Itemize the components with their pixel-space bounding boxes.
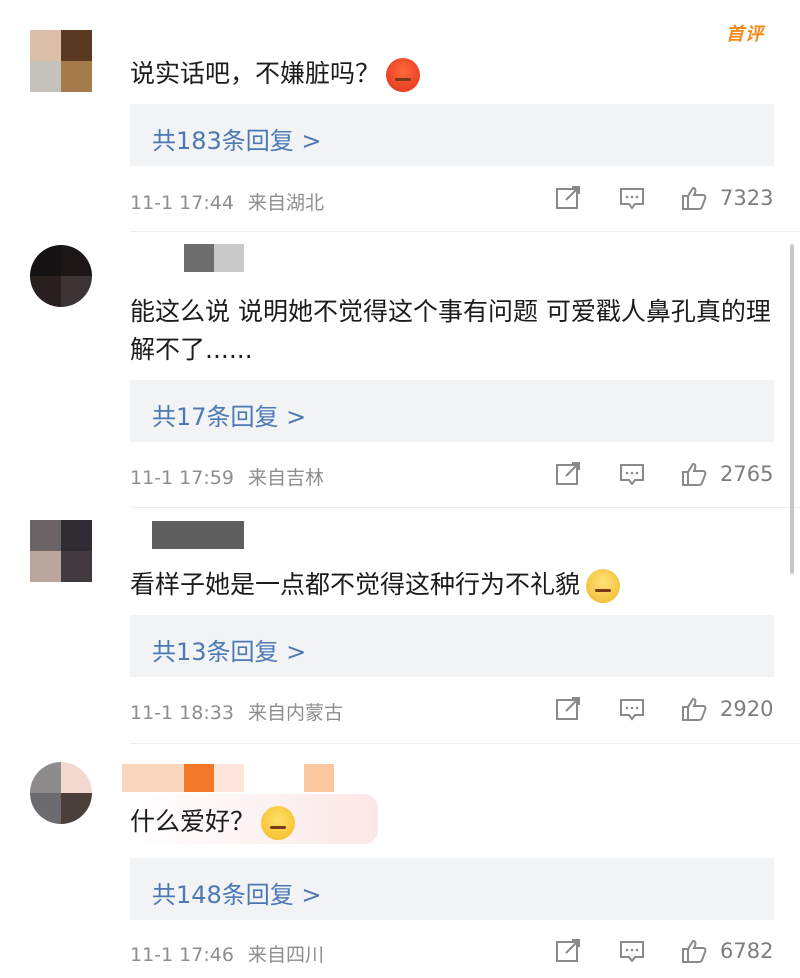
location: 来自湖北 bbox=[247, 192, 324, 214]
comment-icon[interactable] bbox=[619, 186, 645, 210]
comment-icon[interactable] bbox=[619, 462, 645, 486]
location: 来自内蒙古 bbox=[247, 702, 343, 724]
like-count: 6782 bbox=[720, 939, 774, 963]
scrollbar[interactable] bbox=[790, 244, 794, 574]
avatar[interactable] bbox=[30, 245, 92, 307]
comment-text: 什么爱好？ bbox=[130, 803, 775, 841]
share-icon[interactable] bbox=[555, 697, 581, 721]
like-count: 2920 bbox=[720, 697, 774, 721]
timestamp: 11-1 17:59 bbox=[130, 467, 234, 489]
comment-actions: 2765 bbox=[555, 460, 775, 492]
divider bbox=[130, 231, 800, 232]
like-icon[interactable] bbox=[681, 462, 707, 486]
sleepy-face-emoji-icon bbox=[586, 569, 621, 603]
comment-meta: 11-1 17:44 来自湖北 bbox=[130, 188, 324, 215]
comment-text: 说实话吧，不嫌脏吗？ bbox=[130, 55, 775, 93]
avatar[interactable] bbox=[30, 30, 92, 92]
divider bbox=[130, 743, 800, 744]
share-icon[interactable] bbox=[555, 462, 581, 486]
username-blurred[interactable] bbox=[122, 764, 334, 792]
comment-meta: 11-1 17:46 来自四川 bbox=[130, 940, 324, 967]
reply-count-button[interactable]: 共13条回复 > bbox=[130, 615, 774, 677]
comment-meta: 11-1 18:33 来自内蒙古 bbox=[130, 698, 343, 725]
like-count: 2765 bbox=[720, 462, 774, 486]
share-icon[interactable] bbox=[555, 186, 581, 210]
comment-actions: 7323 bbox=[555, 184, 775, 216]
username-blurred[interactable] bbox=[152, 521, 244, 549]
first-comment-badge: 首评 bbox=[726, 24, 764, 45]
comment-icon[interactable] bbox=[619, 939, 645, 963]
location: 来自吉林 bbox=[247, 467, 324, 489]
timestamp: 11-1 17:46 bbox=[130, 944, 234, 966]
timestamp: 11-1 18:33 bbox=[130, 702, 234, 724]
like-icon[interactable] bbox=[681, 697, 707, 721]
comment-meta: 11-1 17:59 来自吉林 bbox=[130, 463, 324, 490]
like-icon[interactable] bbox=[681, 939, 707, 963]
username-blurred[interactable] bbox=[184, 244, 244, 272]
avatar[interactable] bbox=[30, 762, 92, 824]
reply-count-button[interactable]: 共17条回复 > bbox=[130, 380, 774, 442]
divider bbox=[130, 507, 800, 508]
like-count: 7323 bbox=[720, 186, 774, 210]
comment-text: 能这么说 说明她不觉得这个事有问题 可爱戳人鼻孔真的理解不了...... bbox=[130, 297, 771, 364]
timestamp: 11-1 17:44 bbox=[130, 192, 234, 214]
like-icon[interactable] bbox=[681, 186, 707, 210]
angry-face-emoji-icon bbox=[386, 58, 421, 92]
share-icon[interactable] bbox=[555, 939, 581, 963]
reply-count-button[interactable]: 共183条回复 > bbox=[130, 104, 774, 166]
comment-actions: 2920 bbox=[555, 695, 775, 727]
comment-text: 看样子她是一点都不觉得这种行为不礼貌 bbox=[130, 566, 775, 604]
comment-actions: 6782 bbox=[555, 937, 775, 969]
reply-count-button[interactable]: 共148条回复 > bbox=[130, 858, 774, 920]
location: 来自四川 bbox=[247, 944, 324, 966]
avatar[interactable] bbox=[30, 520, 92, 582]
comment-icon[interactable] bbox=[619, 697, 645, 721]
sweat-face-emoji-icon bbox=[261, 806, 296, 840]
